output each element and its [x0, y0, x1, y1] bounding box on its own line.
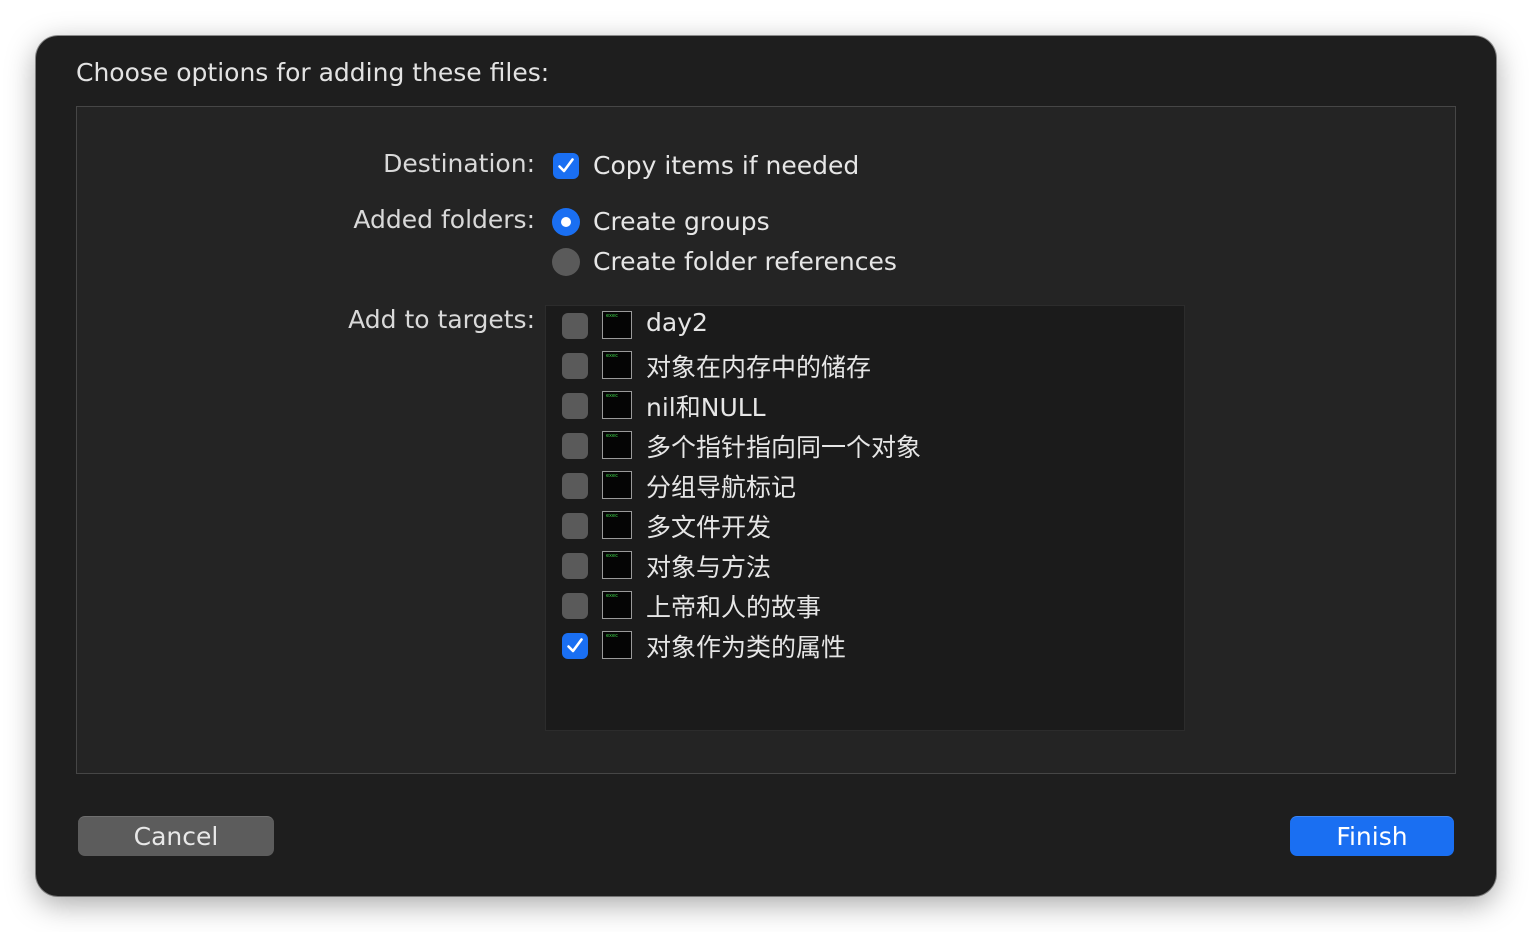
create-folder-references-radio[interactable] [552, 248, 580, 276]
target-name: 上帝和人的故事 [646, 593, 822, 622]
create-groups-label[interactable]: Create groups [593, 207, 770, 236]
target-name: 分组导航标记 [646, 473, 797, 502]
target-row[interactable]: exec 多个指针指向同一个对象 [546, 426, 1184, 466]
targets-list[interactable]: exec day2 exec 对象在内存中的储存 exec nil和NULL e… [545, 305, 1185, 731]
target-name: 多个指针指向同一个对象 [646, 433, 922, 462]
target-checkbox[interactable] [562, 473, 588, 499]
exec-terminal-icon: exec [602, 591, 632, 619]
target-row[interactable]: exec nil和NULL [546, 386, 1184, 426]
target-name: 对象在内存中的储存 [646, 353, 872, 382]
target-row[interactable]: exec 多文件开发 [546, 506, 1184, 546]
exec-terminal-icon: exec [602, 471, 632, 499]
add-files-dialog: Choose options for adding these files: D… [36, 36, 1496, 896]
checkmark-icon [567, 638, 583, 653]
target-row[interactable]: exec 对象在内存中的储存 [546, 346, 1184, 386]
target-row[interactable]: exec 分组导航标记 [546, 466, 1184, 506]
target-name: 多文件开发 [646, 513, 772, 542]
target-row[interactable]: exec 对象与方法 [546, 546, 1184, 586]
target-name: nil和NULL [646, 393, 766, 422]
copy-items-checkbox[interactable] [553, 153, 579, 179]
exec-terminal-icon: exec [602, 431, 632, 459]
exec-terminal-icon: exec [602, 391, 632, 419]
target-checkbox[interactable] [562, 593, 588, 619]
target-checkbox[interactable] [562, 393, 588, 419]
exec-terminal-icon: exec [602, 631, 632, 659]
dialog-heading: Choose options for adding these files: [76, 58, 550, 87]
finish-button[interactable]: Finish [1290, 816, 1454, 856]
create-folder-references-label[interactable]: Create folder references [593, 247, 897, 276]
create-groups-radio[interactable] [552, 208, 580, 236]
target-row-day2[interactable]: exec day2 [546, 306, 1184, 346]
destination-label: Destination: [383, 149, 535, 178]
target-checkbox[interactable] [562, 633, 588, 659]
options-panel: Destination: Copy items if needed Added … [76, 106, 1456, 774]
target-checkbox[interactable] [562, 433, 588, 459]
exec-terminal-icon: exec [602, 311, 632, 339]
exec-terminal-icon: exec [602, 551, 632, 579]
copy-items-label[interactable]: Copy items if needed [593, 151, 859, 180]
add-to-targets-label: Add to targets: [348, 305, 535, 334]
cancel-button[interactable]: Cancel [78, 816, 274, 856]
checkmark-icon [558, 158, 574, 173]
added-folders-label: Added folders: [353, 205, 535, 234]
target-row[interactable]: exec 上帝和人的故事 [546, 586, 1184, 626]
target-name: 对象与方法 [646, 553, 772, 582]
target-checkbox[interactable] [562, 513, 588, 539]
exec-terminal-icon: exec [602, 351, 632, 379]
target-checkbox[interactable] [562, 313, 588, 339]
exec-terminal-icon: exec [602, 511, 632, 539]
radio-dot-icon [561, 217, 571, 227]
target-checkbox[interactable] [562, 353, 588, 379]
target-name: 对象作为类的属性 [646, 633, 847, 662]
target-checkbox[interactable] [562, 553, 588, 579]
target-name: day2 [646, 308, 708, 337]
target-row[interactable]: exec 对象作为类的属性 [546, 626, 1184, 666]
